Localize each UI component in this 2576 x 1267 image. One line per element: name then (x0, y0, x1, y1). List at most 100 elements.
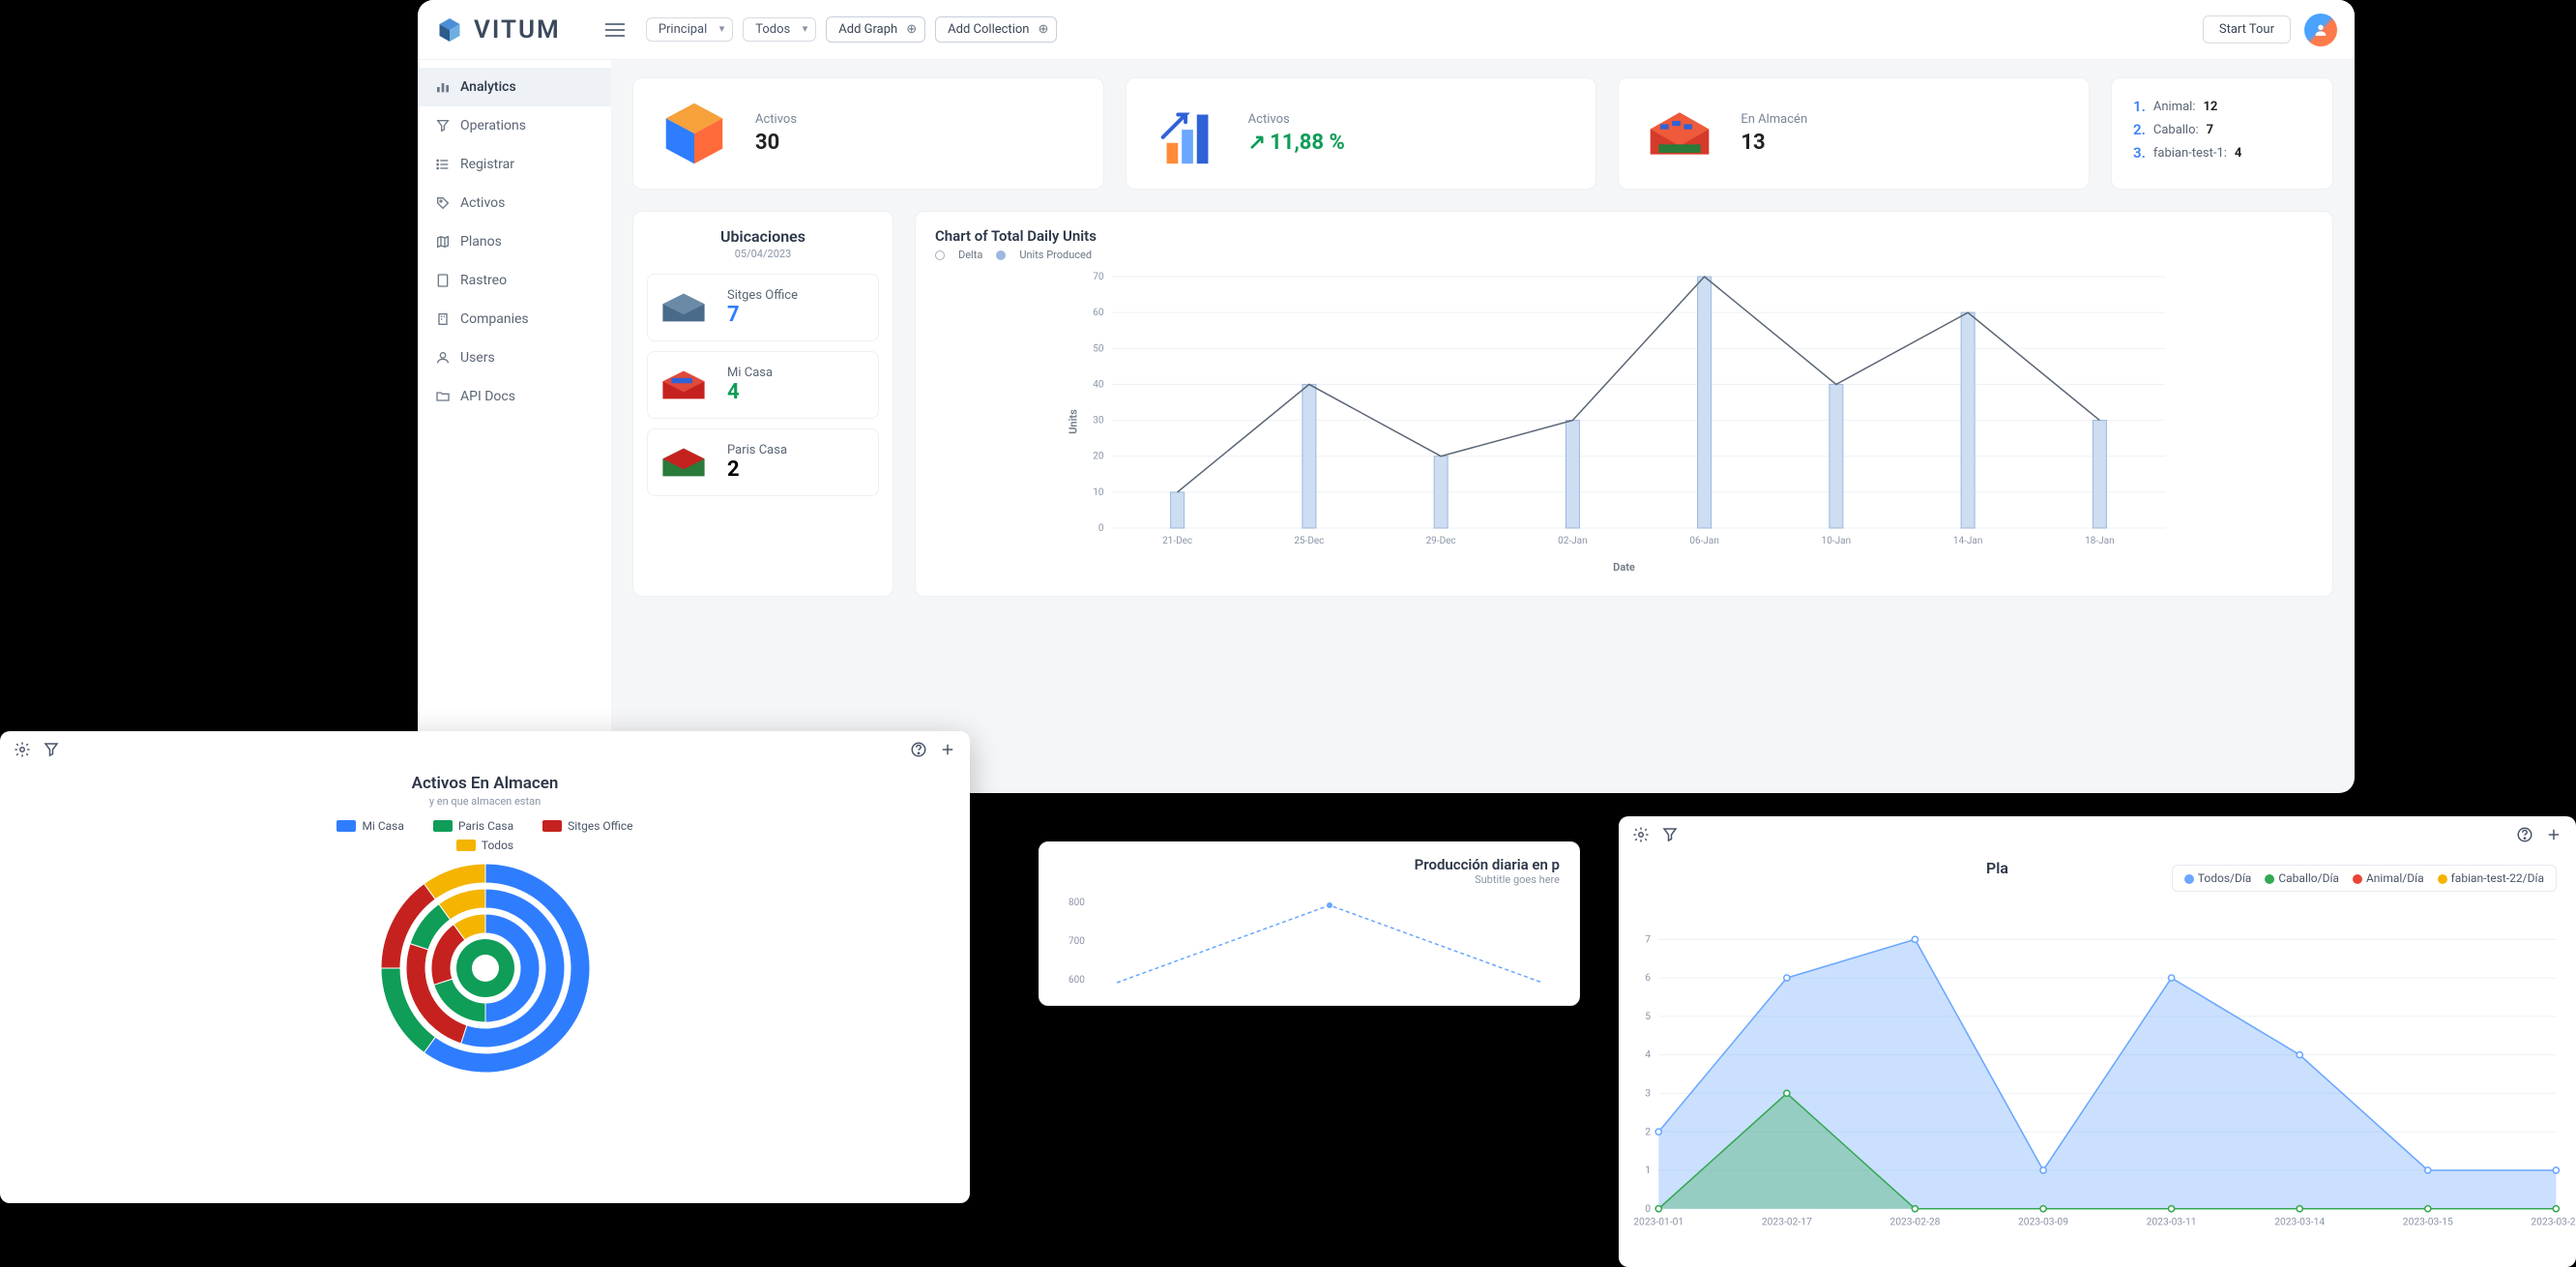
rank-row: 2.Caballo:7 (2133, 121, 2311, 138)
ranking-card: 1.Animal:12 2.Caballo:7 3.fabian-test-1:… (2111, 77, 2333, 190)
svg-text:1: 1 (1645, 1164, 1651, 1176)
help-icon[interactable] (910, 741, 927, 758)
brand-logo: VITUM (435, 15, 561, 44)
brand-name: VITUM (474, 15, 561, 44)
add-collection-button[interactable]: Add Collection (935, 16, 1057, 43)
svg-text:18-Jan: 18-Jan (2085, 536, 2114, 546)
principal-selector[interactable]: Principal (646, 17, 733, 42)
document-icon (435, 273, 451, 288)
plus-icon[interactable] (939, 741, 956, 758)
folder-icon (435, 389, 451, 404)
svg-text:2023-02-17: 2023-02-17 (1762, 1215, 1812, 1227)
location-item[interactable]: Paris Casa2 (647, 428, 879, 496)
bar-up-icon (1150, 96, 1225, 171)
svg-text:2023-03-09: 2023-03-09 (2018, 1215, 2068, 1227)
main-content: Activos 30 Activos ↗11,88 % (611, 60, 2355, 793)
produccion-chart: 800 700 600 (1059, 886, 1560, 992)
popup-toolbar (1619, 816, 2576, 853)
sidebar: Analytics Operations Registrar Activos P… (418, 60, 611, 793)
produccion-card: Producción diaria en p Subtitle goes her… (1039, 841, 1580, 1006)
location-item[interactable]: Sitges Office7 (647, 274, 879, 341)
sidebar-item-activos[interactable]: Activos (418, 184, 611, 222)
svg-text:40: 40 (1093, 379, 1104, 390)
svg-text:2023-02-28: 2023-02-28 (1889, 1215, 1940, 1227)
svg-text:Date: Date (1613, 561, 1635, 574)
nav-label: Planos (460, 234, 502, 250)
start-tour-button[interactable]: Start Tour (2203, 15, 2291, 44)
warehouse-icon (1642, 96, 1717, 171)
chart-legend: Delta Units Produced (935, 249, 2313, 261)
svg-text:14-Jan: 14-Jan (1953, 536, 1982, 546)
svg-text:30: 30 (1093, 416, 1104, 427)
gear-icon[interactable] (14, 741, 31, 758)
sidebar-item-rastreo[interactable]: Rastreo (418, 261, 611, 300)
svg-text:4: 4 (1645, 1048, 1651, 1061)
trend-up-icon: ↗ (1248, 131, 1266, 155)
user-avatar[interactable] (2304, 14, 2337, 46)
svg-text:3: 3 (1645, 1087, 1651, 1100)
rank-row: 3.fabian-test-1:4 (2133, 144, 2311, 162)
svg-text:50: 50 (1093, 343, 1104, 354)
svg-text:2: 2 (1645, 1125, 1651, 1137)
topbar: VITUM Principal Todos Add Graph Add Coll… (418, 0, 2355, 60)
stat-label: Activos (1248, 112, 1345, 127)
area-popup: Pla Todos/Día Caballo/Día Animal/Día fab… (1619, 816, 2576, 1267)
svg-text:10-Jan: 10-Jan (1822, 536, 1851, 546)
chart-title: Producción diaria en p (1059, 856, 1560, 873)
house-icon (658, 443, 710, 482)
filter-icon[interactable] (1661, 826, 1679, 843)
plus-icon[interactable] (2545, 826, 2562, 843)
stat-card-almacen: En Almacén 13 (1618, 77, 2090, 190)
chart-title: Chart of Total Daily Units (935, 227, 2313, 245)
list-icon (435, 157, 451, 172)
svg-text:600: 600 (1068, 975, 1085, 986)
svg-text:700: 700 (1068, 936, 1085, 947)
nav-label: Companies (460, 311, 529, 327)
logo-icon (435, 15, 464, 44)
building-icon (435, 311, 451, 327)
svg-text:21-Dec: 21-Dec (1162, 536, 1192, 546)
daily-units-chart: 01020304050607021-Dec25-Dec29-Dec02-Jan0… (935, 267, 2313, 576)
svg-text:5: 5 (1645, 1010, 1651, 1022)
gear-icon[interactable] (1632, 826, 1650, 843)
area-chart-title: Pla (1986, 859, 2008, 877)
legend-marker (996, 250, 1006, 260)
tag-icon (435, 195, 451, 211)
svg-text:25-Dec: 25-Dec (1294, 536, 1324, 546)
sidebar-item-analytics[interactable]: Analytics (418, 68, 611, 106)
stat-label: En Almacén (1741, 112, 1807, 127)
add-graph-button[interactable]: Add Graph (826, 16, 925, 43)
stat-card-activos-pct: Activos ↗11,88 % (1126, 77, 1597, 190)
donut-legend: Mi Casa Paris Casa Sitges Office Todos (321, 819, 650, 852)
daily-units-chart-card: Chart of Total Daily Units Delta Units P… (915, 211, 2333, 597)
menu-toggle-icon[interactable] (605, 23, 625, 37)
filter-icon[interactable] (43, 741, 60, 758)
cube-icon (657, 96, 732, 171)
svg-text:29-Dec: 29-Dec (1426, 536, 1456, 546)
rank-row: 1.Animal:12 (2133, 98, 2311, 115)
nav-label: Analytics (460, 79, 516, 95)
svg-text:60: 60 (1093, 308, 1104, 318)
todos-selector[interactable]: Todos (743, 17, 816, 42)
legend-marker (935, 250, 945, 260)
chart-subtitle: Subtitle goes here (1059, 873, 1560, 886)
sidebar-item-users[interactable]: Users (418, 339, 611, 377)
svg-text:2023-03-15: 2023-03-15 (2403, 1215, 2453, 1227)
stat-label: Activos (755, 112, 797, 127)
area-legend: Todos/Día Caballo/Día Animal/Día fabian-… (2172, 865, 2557, 892)
card-date: 05/04/2023 (647, 248, 879, 260)
svg-text:70: 70 (1093, 272, 1104, 282)
svg-text:800: 800 (1068, 898, 1085, 908)
sidebar-item-operations[interactable]: Operations (418, 106, 611, 145)
location-item[interactable]: Mi Casa4 (647, 351, 879, 419)
donut-title: Activos En Almacen (19, 774, 951, 793)
svg-text:2023-03-14: 2023-03-14 (2274, 1215, 2325, 1227)
sidebar-item-api-docs[interactable]: API Docs (418, 377, 611, 416)
user-icon (435, 350, 451, 366)
help-icon[interactable] (2516, 826, 2533, 843)
svg-text:Units: Units (1068, 409, 1080, 434)
stat-value: 30 (755, 131, 797, 155)
sidebar-item-registrar[interactable]: Registrar (418, 145, 611, 184)
sidebar-item-planos[interactable]: Planos (418, 222, 611, 261)
sidebar-item-companies[interactable]: Companies (418, 300, 611, 339)
